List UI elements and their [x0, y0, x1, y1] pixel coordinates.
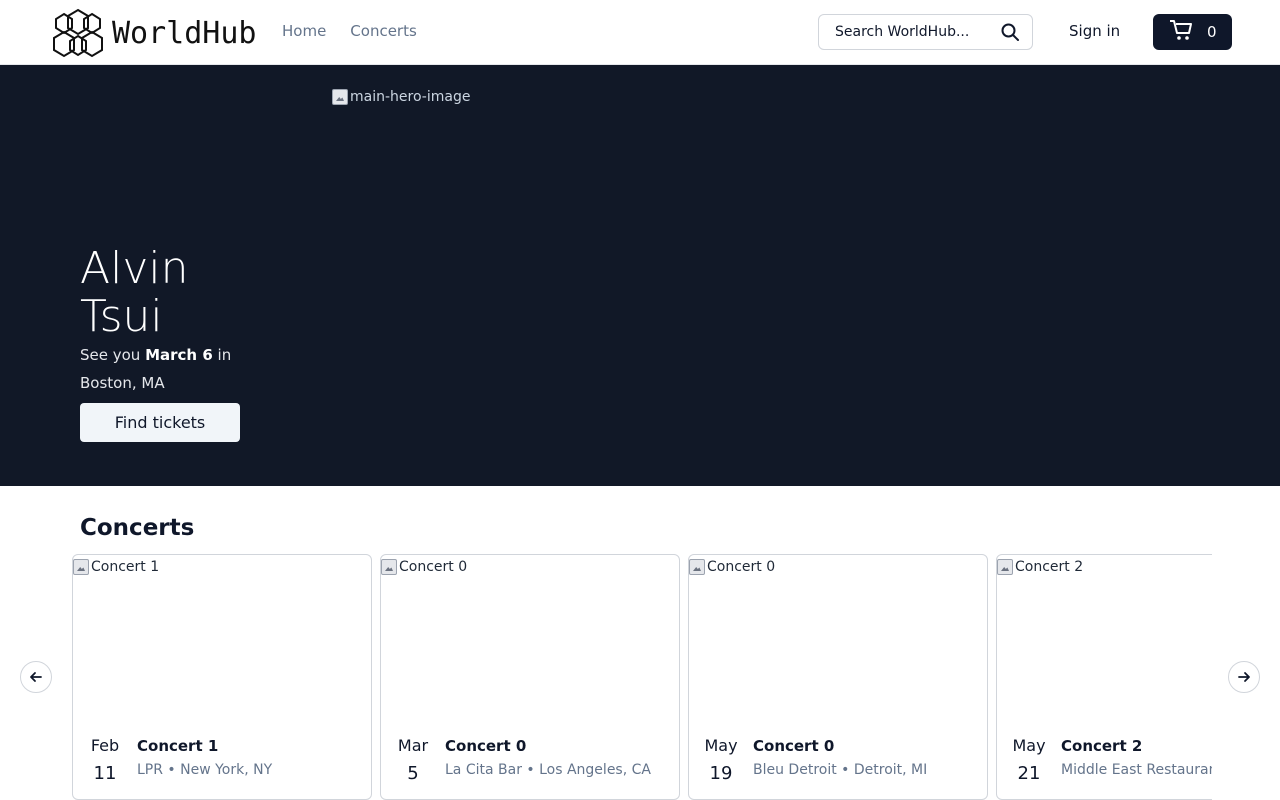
concert-card[interactable]: Concert 0 May 19 Concert 0 Bleu Detroit …	[688, 554, 988, 800]
cart-count: 0	[1207, 23, 1217, 41]
site-header: WorldHub Home Concerts Sign in 0	[0, 0, 1280, 65]
broken-image-icon	[381, 559, 397, 575]
broken-image-icon	[689, 559, 705, 575]
concert-venue: La Cita Bar • Los Angeles, CA	[445, 762, 651, 778]
find-tickets-button[interactable]: Find tickets	[80, 403, 240, 442]
concert-card[interactable]: Concert 1 Feb 11 Concert 1 LPR • New Yor…	[72, 554, 372, 800]
concert-image: Concert 0	[381, 559, 467, 575]
search-icon[interactable]	[1000, 22, 1020, 42]
broken-image-icon	[997, 559, 1013, 575]
cart-icon	[1169, 19, 1193, 45]
concert-day: 5	[407, 763, 419, 784]
concert-venue: LPR • New York, NY	[137, 762, 273, 778]
concert-day: 21	[1017, 763, 1041, 784]
signin-link[interactable]: Sign in	[1069, 22, 1120, 40]
hero-subtitle: See you March 6 in Boston, MA	[80, 341, 250, 397]
concert-card[interactable]: Concert 2 May 21 Concert 2 Middle East R…	[996, 554, 1212, 800]
concert-name: Concert 0	[445, 737, 527, 755]
arrow-right-icon	[1238, 672, 1250, 682]
concert-list: Concert 1 Feb 11 Concert 1 LPR • New Yor…	[72, 554, 1212, 800]
concert-image-alt: Concert 0	[399, 559, 468, 575]
concert-image: Concert 0	[689, 559, 775, 575]
hero-image: main-hero-image	[332, 89, 470, 105]
hero-title: Alvin Tsui	[80, 243, 189, 342]
concert-name: Concert 1	[137, 737, 219, 755]
concert-image-alt: Concert 1	[91, 559, 160, 575]
concert-venue: Middle East Restaurant • Cambridge, MA	[1061, 762, 1212, 778]
concert-name: Concert 2	[1061, 737, 1143, 755]
search-box	[818, 14, 1033, 50]
concert-day: 11	[93, 763, 117, 784]
concerts-title: Concerts	[80, 515, 195, 541]
concerts-carousel: Concert 1 Feb 11 Concert 1 LPR • New Yor…	[72, 554, 1212, 800]
carousel-next-button[interactable]	[1228, 661, 1260, 693]
concert-image: Concert 2	[997, 559, 1083, 575]
main-nav: Home Concerts	[282, 22, 417, 40]
search-input[interactable]	[835, 24, 985, 40]
broken-image-icon	[332, 89, 348, 105]
concert-day: 19	[709, 763, 733, 784]
nav-concerts[interactable]: Concerts	[350, 22, 417, 40]
nav-home[interactable]: Home	[282, 22, 326, 40]
concert-month: May	[1012, 736, 1046, 755]
brand-name: WorldHub	[112, 15, 257, 51]
concert-month: Mar	[397, 736, 429, 755]
worldhub-logo-icon	[53, 8, 103, 58]
concert-month: May	[704, 736, 738, 755]
hero-image-alt: main-hero-image	[350, 89, 471, 105]
concert-image: Concert 1	[73, 559, 159, 575]
hero-sub-prefix: See you	[80, 346, 146, 364]
concert-image-alt: Concert 0	[707, 559, 776, 575]
hero-date: March 6	[145, 346, 213, 364]
carousel-prev-button[interactable]	[20, 661, 52, 693]
hero-location: Boston, MA	[80, 374, 165, 392]
concert-name: Concert 0	[753, 737, 835, 755]
concert-month: Feb	[90, 736, 120, 755]
arrow-left-icon	[30, 672, 42, 682]
broken-image-icon	[73, 559, 89, 575]
concert-venue: Bleu Detroit • Detroit, MI	[753, 762, 928, 778]
concert-date: May 21	[1007, 733, 1051, 789]
cart-button[interactable]: 0	[1153, 14, 1232, 50]
concert-date: May 19	[699, 733, 743, 789]
concert-date: Mar 5	[391, 733, 435, 789]
logo[interactable]: WorldHub	[50, 6, 257, 60]
concert-date: Feb 11	[83, 733, 127, 789]
concert-card[interactable]: Concert 0 Mar 5 Concert 0 La Cita Bar • …	[380, 554, 680, 800]
hero-sub-mid: in	[212, 346, 232, 364]
hero-section: main-hero-image Alvin Tsui See you March…	[0, 65, 1280, 486]
concert-image-alt: Concert 2	[1015, 559, 1084, 575]
